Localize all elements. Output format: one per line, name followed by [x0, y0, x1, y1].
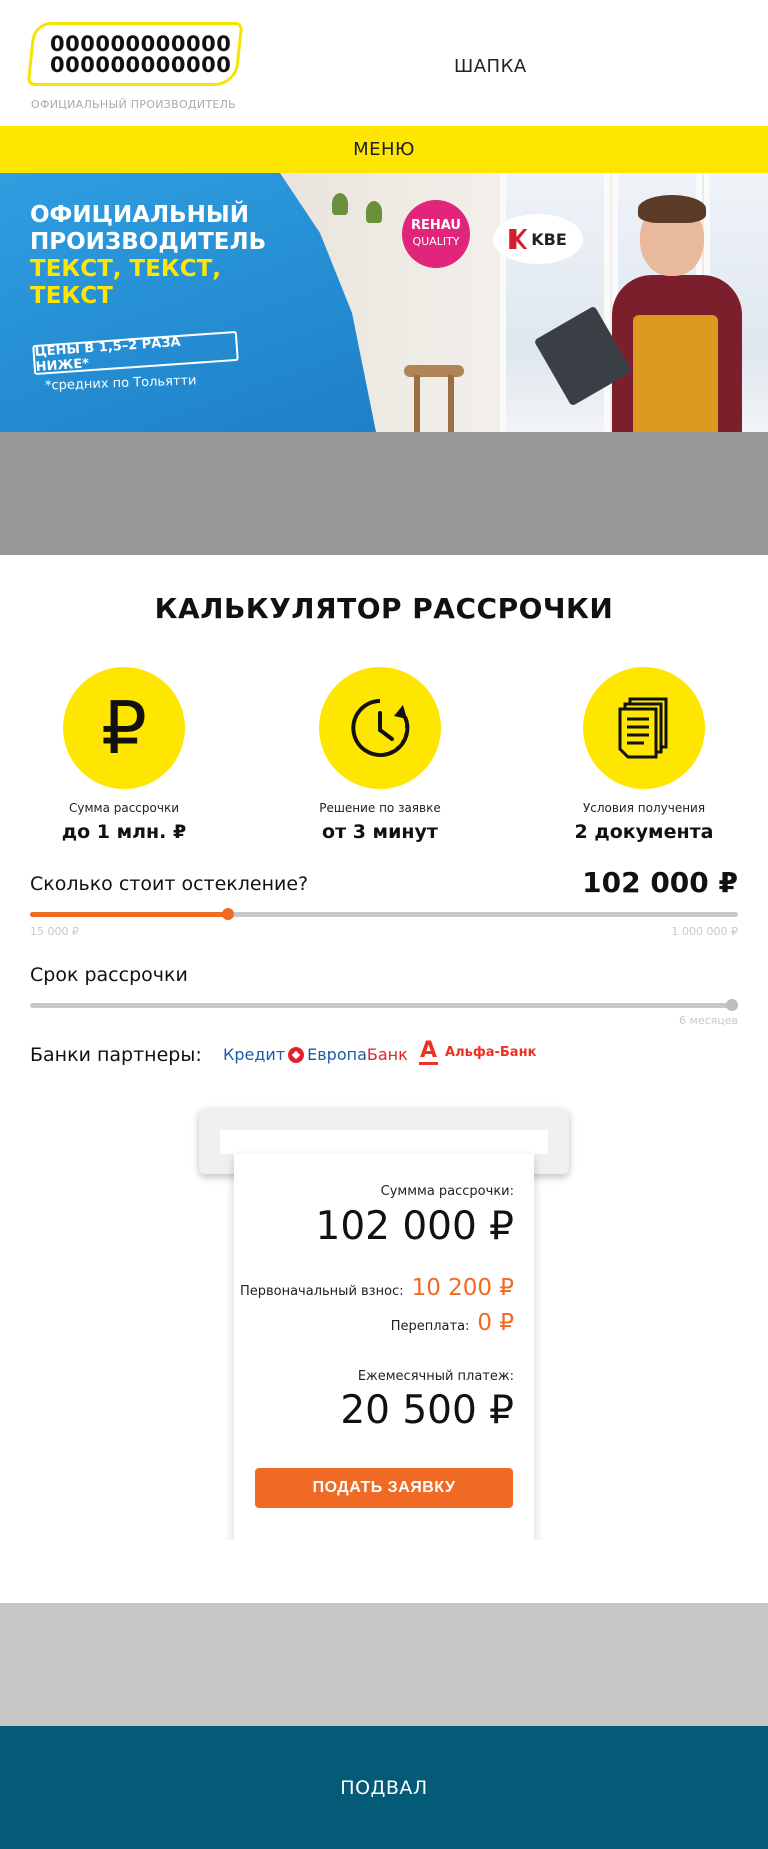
- stool-leg: [448, 375, 454, 432]
- cost-amount: 102 000 ₽: [582, 866, 738, 899]
- bank-logo-text: Кредит: [223, 1045, 286, 1064]
- bank-logo-text: Европа: [307, 1045, 367, 1064]
- feature-value: до 1 млн. ₽: [61, 821, 187, 843]
- banks-label: Банки партнеры:: [30, 1044, 202, 1066]
- rehau-logo-top: REHAU: [411, 218, 461, 233]
- feature-circle: [319, 667, 441, 789]
- receipt-monthly-label: Ежемесячный платеж:: [357, 1369, 514, 1384]
- logo[interactable]: 000000000000 000000000000: [50, 34, 231, 76]
- worker-hair: [638, 195, 706, 223]
- footer-label: ПОДВАЛ: [340, 1776, 428, 1799]
- cost-min-label: 15 000 ₽: [30, 925, 79, 938]
- receipt-sum-label: Суммма рассрочки:: [380, 1184, 514, 1199]
- bank-logo-text: Банк: [366, 1045, 408, 1064]
- banner-heading-accent: ТЕКСТ, ТЕКСТ, ТЕКСТ: [30, 256, 221, 310]
- cost-max-label: 1 000 000 ₽: [671, 925, 738, 938]
- receipt-initial-label: Первоначальный взнос:: [239, 1284, 404, 1299]
- feature-value: от 3 минут: [322, 821, 438, 843]
- feature-label: Сумма рассрочки: [68, 801, 179, 815]
- stool-image: [404, 365, 464, 377]
- main-menu[interactable]: МЕНЮ: [0, 126, 768, 173]
- banner-line-3: ТЕКСТ, ТЕКСТ,: [30, 256, 222, 282]
- feature-label: Условия получения: [582, 801, 706, 815]
- term-slider[interactable]: [30, 999, 738, 1011]
- footer: ПОДВАЛ: [0, 1726, 768, 1849]
- banner-line-2: ПРОИЗВОДИТЕЛЬ: [30, 229, 267, 255]
- term-max-label: 6 месяцев: [679, 1014, 738, 1027]
- calculator-title: КАЛЬКУЛЯТОР РАССРОЧКИ: [154, 592, 614, 625]
- alfa-bank-icon: А: [419, 1038, 439, 1065]
- plant-image: [366, 201, 382, 223]
- page: 000000000000 000000000000 ОФИЦИАЛЬНЫЙ ПР…: [0, 0, 768, 1849]
- worker-apron: [633, 315, 718, 432]
- alfa-bank-logo[interactable]: А Альфа-Банк: [419, 1040, 536, 1065]
- receipt-initial-row: Первоначальный взнос: 10 200 ₽: [240, 1275, 514, 1301]
- logo-line-1: 000000000000: [50, 32, 232, 56]
- cost-slider[interactable]: [30, 908, 738, 920]
- feature-value: 2 документа: [574, 821, 714, 843]
- menu-label: МЕНЮ: [353, 139, 415, 160]
- receipt-initial-value: 10 200 ₽: [411, 1275, 514, 1301]
- banner-line-1: ОФИЦИАЛЬНЫЙ: [30, 202, 249, 228]
- kbe-k-icon: [509, 229, 528, 249]
- receipt-overpay-value: 0 ₽: [477, 1310, 514, 1336]
- receipt-monthly-value: 20 500 ₽: [340, 1388, 514, 1433]
- feature-label: Решение по заявке: [319, 801, 441, 815]
- stool-leg: [414, 375, 420, 432]
- receipt-overpay-label: Переплата:: [390, 1319, 470, 1334]
- rehau-logo-bottom: QUALITY: [412, 235, 460, 248]
- plant-image: [332, 193, 348, 215]
- receipt-card: Суммма рассрочки: 102 000 ₽ Первоначальн…: [234, 1154, 534, 1552]
- gray-placeholder-block: [0, 432, 768, 555]
- gray-placeholder-block: [0, 1603, 768, 1726]
- cost-slider-thumb[interactable]: [222, 908, 234, 920]
- feature-installment-sum: ₽ Сумма рассрочки до 1 млн. ₽: [24, 667, 224, 843]
- feature-conditions: Условия получения 2 документа: [544, 667, 744, 843]
- submit-application-button[interactable]: ПОДАТЬ ЗАЯВКУ: [255, 1468, 513, 1508]
- receipt-sum-value: 102 000 ₽: [315, 1204, 515, 1249]
- clock-icon: [351, 699, 410, 757]
- term-label: Срок рассрочки: [30, 964, 188, 986]
- cost-slider-fill: [30, 912, 228, 917]
- feature-circle: ₽: [63, 667, 185, 789]
- logo-line-2: 000000000000: [50, 53, 232, 77]
- kbe-logo-text: KBE: [531, 229, 567, 249]
- bank-logo-text: Альфа-Банк: [445, 1045, 537, 1060]
- cost-question: Сколько стоит остекление?: [30, 873, 309, 895]
- header: 000000000000 000000000000 ОФИЦИАЛЬНЫЙ ПР…: [0, 0, 768, 126]
- banner-heading: ОФИЦИАЛЬНЫЙ ПРОИЗВОДИТЕЛЬ: [30, 202, 266, 256]
- banner-line-4: ТЕКСТ: [30, 283, 113, 309]
- kbe-logo: KBE: [493, 214, 583, 264]
- feature-circle: [583, 667, 705, 789]
- credit-europe-bank-logo[interactable]: Кредит Европа Банк: [223, 1045, 408, 1064]
- term-slider-thumb[interactable]: [726, 999, 738, 1011]
- receipt-printer-slot: [220, 1130, 548, 1154]
- ruble-icon: ₽: [101, 686, 147, 770]
- header-title: ШАПКА: [454, 56, 527, 77]
- receipt-overpay-row: Переплата: 0 ₽: [391, 1310, 514, 1336]
- logo-subtitle: ОФИЦИАЛЬНЫЙ ПРОИЗВОДИТЕЛЬ: [31, 98, 237, 111]
- rehau-logo: REHAU QUALITY: [402, 200, 470, 268]
- documents-icon: [618, 697, 668, 759]
- feature-decision-time: Решение по заявке от 3 минут: [280, 667, 480, 843]
- credit-europe-bank-icon: [288, 1046, 305, 1063]
